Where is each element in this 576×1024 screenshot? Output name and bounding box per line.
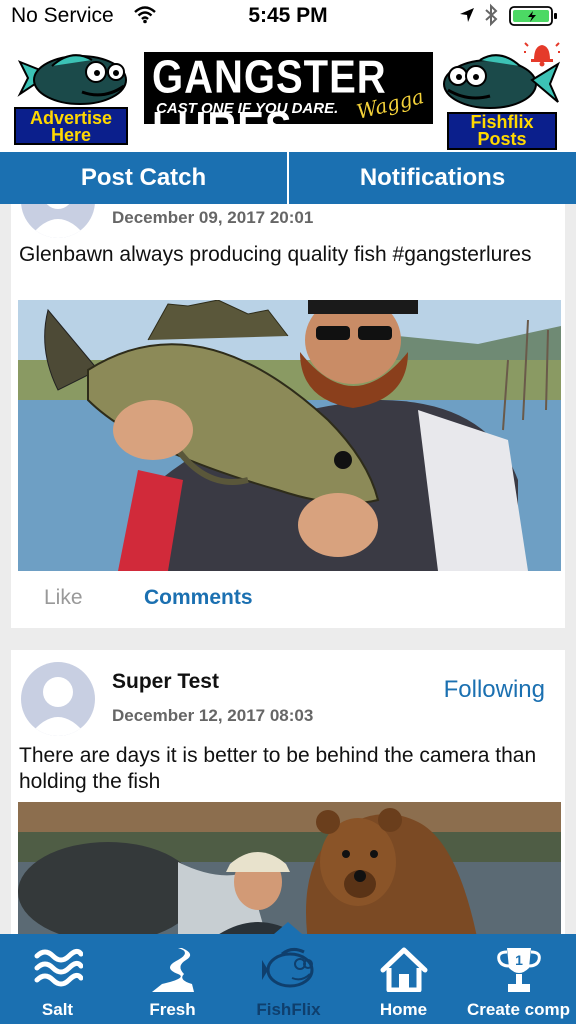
waves-icon <box>34 948 83 987</box>
nav-label: Create comp <box>467 1000 570 1019</box>
post-card: Super Test December 12, 2017 08:03 Follo… <box>11 650 565 934</box>
post-catch-button[interactable]: Post Catch <box>0 152 287 204</box>
fishflix-posts-banner[interactable]: Fishflix Posts <box>440 38 562 150</box>
nav-label: FishFlix <box>256 1000 321 1019</box>
post-actions: Like Comments <box>11 574 565 624</box>
comments-button[interactable]: Comments <box>144 586 253 610</box>
notifications-button[interactable]: Notifications <box>287 152 576 204</box>
nav-label: Home <box>379 1000 428 1019</box>
post-date: December 09, 2017 20:01 <box>112 208 314 227</box>
bear-and-angler-image <box>18 802 561 934</box>
home-icon <box>380 947 427 992</box>
app-header: Advertise Here GANGSTER LURES CAST ONE I… <box>0 30 576 154</box>
bottom-nav: Salt Fresh FishFlix Home 1 Create comp <box>0 922 576 1024</box>
post-caption: Glenbawn always producing quality fish #… <box>19 243 532 266</box>
post-card: December 09, 2017 20:01 Glenbawn always … <box>11 204 565 628</box>
gangster-lures-logo: GANGSTER LURES CAST ONE IF YOU DARE. Wag… <box>144 52 433 154</box>
trophy-icon: 1 <box>496 948 541 992</box>
avatar[interactable] <box>21 662 95 736</box>
advertise-banner[interactable]: Advertise Here <box>12 50 130 148</box>
post-caption: There are days it is better to be behind… <box>19 744 537 793</box>
logo-subtitle: CAST ONE IF YOU DARE. <box>156 100 339 117</box>
post-author[interactable]: Super Test <box>112 670 219 694</box>
battery-icon <box>509 6 559 31</box>
post-photo[interactable] <box>18 802 561 934</box>
nav-create-comp[interactable]: 1 Create comp <box>461 934 576 1024</box>
nav-home[interactable]: Home <box>346 934 461 1024</box>
active-tab-indicator <box>274 922 302 934</box>
nav-label: Fresh <box>149 1000 196 1019</box>
status-bar: No Service 5:45 PM <box>0 0 576 30</box>
post-date: December 12, 2017 08:03 <box>112 706 314 725</box>
bluetooth-icon <box>484 3 498 32</box>
avatar[interactable] <box>21 204 95 238</box>
following-button[interactable]: Following <box>444 676 545 704</box>
post-feed[interactable]: December 09, 2017 20:01 Glenbawn always … <box>0 204 576 934</box>
fish-icon <box>261 947 313 988</box>
alert-bell-icon <box>524 42 560 67</box>
svg-text:1: 1 <box>515 952 523 968</box>
post-photo[interactable] <box>18 300 561 571</box>
nav-label: Salt <box>41 1000 74 1019</box>
angler-holding-bass-image <box>18 300 561 571</box>
cartoon-fish-icon <box>17 54 127 105</box>
river-icon <box>151 948 194 992</box>
location-arrow-icon <box>459 7 475 28</box>
nav-salt[interactable]: Salt <box>0 934 115 1024</box>
action-tabs: Post Catch Notifications <box>0 152 576 204</box>
nav-fresh[interactable]: Fresh <box>115 934 230 1024</box>
fishflix-posts-label: Fishflix Posts <box>447 112 557 150</box>
advertise-label: Advertise Here <box>14 107 128 145</box>
nav-fishflix[interactable]: FishFlix <box>231 934 346 1024</box>
like-button[interactable]: Like <box>44 586 83 610</box>
